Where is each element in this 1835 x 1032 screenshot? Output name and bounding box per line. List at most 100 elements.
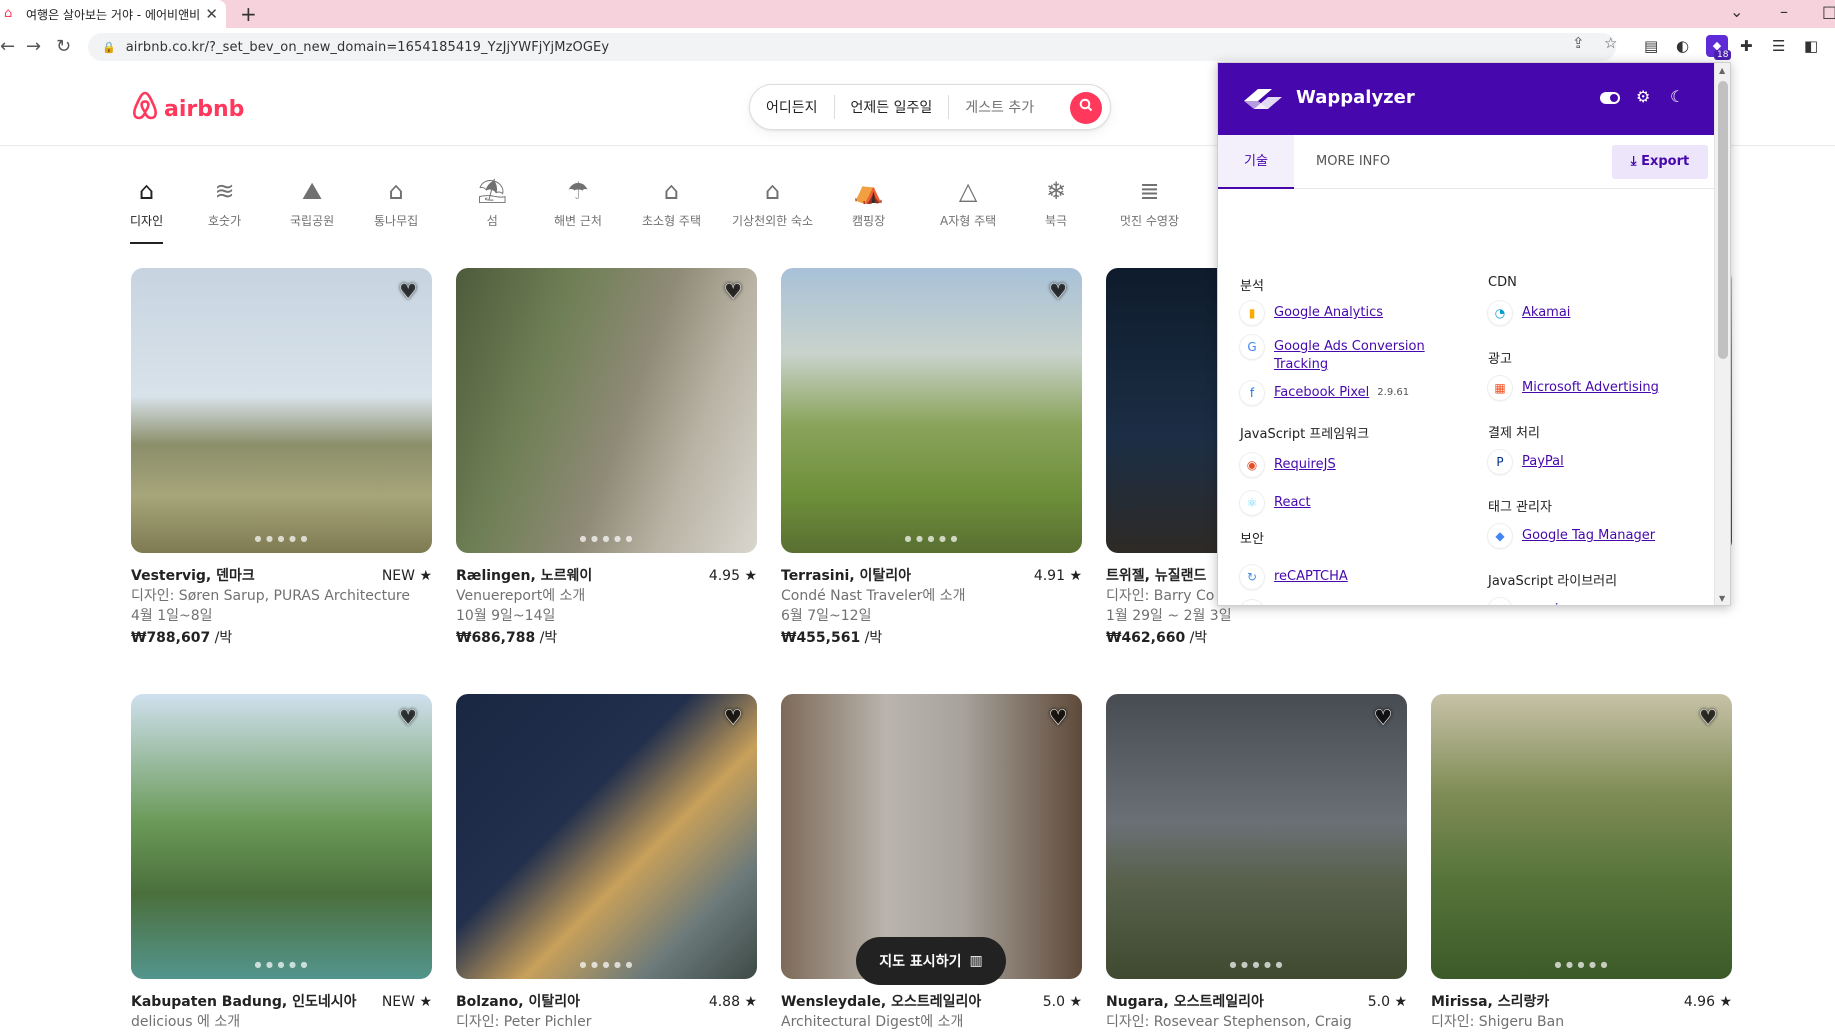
listing-card[interactable]: ♡ ● ● ● ● ● Bolzano, 이탈리아 4.88 ★ 디자인: Peter … — [456, 694, 757, 1032]
listing-card[interactable]: ♡ ● ● ● ● ● Nugara, 오스트레일리아 5.0 ★ 디자인: Rosev… — [1106, 694, 1407, 1032]
url-bar[interactable]: 🔒 airbnb.co.kr/?_set_bev_on_new_domain=1… — [88, 33, 1616, 61]
tech-item[interactable]: ◆ Google Tag Manager — [1488, 524, 1655, 548]
lock-icon[interactable]: 🔒 — [102, 41, 116, 54]
listing-photo[interactable]: ♡ ● ● ● ● ● — [456, 268, 757, 553]
category-lake[interactable]: ≋ 호숫가 — [208, 176, 241, 229]
tech-item[interactable]: ◔ Akamai Bot Manager — [1240, 600, 1410, 605]
photo-carousel-dots[interactable]: ● ● ● ● ● — [781, 534, 1082, 543]
maximize-icon[interactable]: □ — [1822, 2, 1835, 21]
extension-cast-icon[interactable]: ▤ — [1644, 37, 1658, 55]
tech-item[interactable]: f Facebook Pixel 2.9.61 — [1240, 381, 1409, 405]
category-omg[interactable]: ⌂ 기상천외한 숙소 — [732, 176, 813, 229]
side-panel-icon[interactable]: ◧ — [1804, 37, 1818, 55]
tech-name-link[interactable]: Google Analytics — [1274, 301, 1383, 322]
tech-name-link[interactable]: Facebook Pixel — [1274, 381, 1369, 402]
tab-technologies[interactable]: 기술 — [1218, 135, 1294, 189]
photo-carousel-dots[interactable]: ● ● ● ● ● — [1431, 960, 1732, 969]
photo-carousel-dots[interactable]: ● ● ● ● ● — [456, 534, 757, 543]
photo-carousel-dots[interactable]: ● ● ● ● ● — [456, 960, 757, 969]
wishlist-heart-icon[interactable]: ♡ — [398, 708, 418, 731]
reading-list-icon[interactable]: ☰ — [1772, 37, 1785, 55]
category-camping[interactable]: ⛺ 캠핑장 — [852, 176, 885, 229]
show-map-button[interactable]: 지도 표시하기 ▥ — [856, 937, 1006, 985]
reload-icon[interactable]: ↻ — [56, 36, 71, 57]
scrollbar-thumb[interactable] — [1718, 81, 1728, 359]
airbnb-logo[interactable]: airbnb — [130, 90, 244, 128]
tech-name-link[interactable]: Google Ads Conversion Tracking — [1274, 335, 1434, 374]
listing-photo[interactable]: ♡ ● ● ● ● ● — [781, 268, 1082, 553]
scroll-up-icon[interactable]: ▲ — [1719, 66, 1725, 75]
listing-card[interactable]: ♡ ● ● ● ● ● Kabupaten Badung, 인도네시아 NEW ★ de… — [131, 694, 432, 1032]
listing-photo[interactable]: ♡ ● ● ● ● ● — [456, 694, 757, 979]
extension-circle-icon[interactable]: ◐ — [1676, 37, 1689, 55]
tech-name-link[interactable]: PayPal — [1522, 450, 1564, 471]
search-where[interactable]: 어디든지 — [750, 97, 834, 117]
tech-name-link[interactable]: core-js — [1522, 598, 1565, 605]
category-arctic[interactable]: ❄ 북극 — [1045, 176, 1067, 229]
tech-item[interactable]: ◉ RequireJS — [1240, 453, 1336, 477]
tech-item[interactable]: P PayPal — [1488, 450, 1564, 474]
tech-name-link[interactable]: React — [1274, 491, 1311, 512]
listing-photo[interactable]: ♡ ● ● ● ● ● — [1431, 694, 1732, 979]
search-button[interactable] — [1070, 92, 1102, 124]
category-pool[interactable]: ≣ 멋진 수영장 — [1120, 176, 1179, 229]
photo-carousel-dots[interactable]: ● ● ● ● ● — [131, 960, 432, 969]
category-island[interactable]: ⛱ 섬 — [477, 176, 507, 229]
settings-gear-icon[interactable]: ⚙ — [1636, 87, 1650, 106]
listing-card[interactable]: ♡ ● ● ● ● ● Rælingen, 노르웨이 4.95 ★ Venuerepor… — [456, 268, 757, 648]
tech-name-link[interactable]: Akamai — [1522, 301, 1570, 322]
extensions-puzzle-icon[interactable]: ✚ — [1740, 37, 1753, 55]
dark-mode-moon-icon[interactable]: ☾ — [1670, 87, 1684, 106]
category-beach[interactable]: ☂ 해변 근처 — [554, 176, 602, 229]
wishlist-heart-icon[interactable]: ♡ — [723, 282, 743, 305]
listing-photo[interactable]: ♡ ● ● ● ● ● — [131, 694, 432, 979]
listing-photo[interactable]: ♡ ● ● ● ● ● — [131, 268, 432, 553]
tab-close-icon[interactable]: ✕ — [205, 5, 218, 23]
tech-item[interactable]: ↻ reCAPTCHA — [1240, 565, 1348, 589]
tech-item[interactable]: ◔ Akamai — [1488, 301, 1570, 325]
category-a-frame[interactable]: △ A자형 주택 — [940, 176, 996, 229]
category-design[interactable]: ⌂ 디자인 — [130, 176, 164, 244]
search-guests[interactable]: 게스트 추가 — [949, 97, 1050, 117]
listing-photo[interactable]: ♡ ● ● ● ● ● — [1106, 694, 1407, 979]
wappalyzer-scrollbar[interactable]: ▲ ▼ — [1714, 63, 1730, 605]
search-bar[interactable]: 어디든지 언제든 일주일 게스트 추가 — [749, 84, 1111, 130]
minimize-icon[interactable]: – — [1780, 2, 1788, 21]
tech-item[interactable]: ✦ core-js 3.0.0 — [1488, 598, 1599, 605]
tech-name-link[interactable]: reCAPTCHA — [1274, 565, 1348, 586]
wishlist-heart-icon[interactable]: ♡ — [723, 708, 743, 731]
wishlist-heart-icon[interactable]: ♡ — [1048, 282, 1068, 305]
scroll-down-icon[interactable]: ▼ — [1719, 594, 1725, 603]
tech-name-link[interactable]: RequireJS — [1274, 453, 1336, 474]
back-icon[interactable]: ← — [0, 36, 15, 57]
photo-carousel-dots[interactable]: ● ● ● ● ● — [1106, 960, 1407, 969]
listing-card[interactable]: ♡ ● ● ● ● ● Mirissa, 스리랑카 4.96 ★ 디자인: Shiger… — [1431, 694, 1732, 1032]
new-tab-icon[interactable]: + — [240, 2, 257, 26]
bookmark-star-icon[interactable]: ☆ — [1604, 34, 1617, 52]
export-button[interactable]: ⤓ Export — [1612, 145, 1708, 179]
tab-more-info[interactable]: MORE INFO — [1316, 135, 1390, 189]
tech-item[interactable]: ▮ Google Analytics — [1240, 301, 1383, 325]
wishlist-heart-icon[interactable]: ♡ — [1373, 708, 1393, 731]
browser-tab[interactable]: ⌂ 여행은 살아보는 거야 - 에어비앤비 ✕ — [0, 0, 226, 28]
tech-item[interactable]: ⚛ React — [1240, 491, 1311, 515]
search-when[interactable]: 언제든 일주일 — [835, 97, 949, 117]
photo-carousel-dots[interactable]: ● ● ● ● ● — [131, 534, 432, 543]
category-tiny-home[interactable]: ⌂ 초소형 주택 — [642, 176, 701, 229]
tech-name-link[interactable]: Microsoft Advertising — [1522, 376, 1659, 397]
tech-item[interactable]: ▦ Microsoft Advertising — [1488, 376, 1659, 400]
listing-card[interactable]: ♡ ● ● ● ● ● Terrasini, 이탈리아 4.91 ★ Condé Nas… — [781, 268, 1082, 648]
wishlist-heart-icon[interactable]: ♡ — [1698, 708, 1718, 731]
tab-search-icon[interactable]: ⌄ — [1730, 2, 1743, 21]
category-national-park[interactable]: ⛰ 국립공원 — [290, 176, 334, 229]
category-cabin[interactable]: ⌂ 통나무집 — [374, 176, 418, 229]
forward-icon[interactable]: → — [26, 36, 41, 57]
tech-name-link[interactable]: Google Tag Manager — [1522, 524, 1655, 545]
wishlist-heart-icon[interactable]: ♡ — [1048, 708, 1068, 731]
tech-name-link[interactable]: Akamai Bot Manager — [1274, 600, 1410, 605]
wappalyzer-enable-toggle[interactable] — [1600, 92, 1620, 104]
tech-item[interactable]: G Google Ads Conversion Tracking — [1240, 335, 1434, 374]
wishlist-heart-icon[interactable]: ♡ — [398, 282, 418, 305]
listing-card[interactable]: ♡ ● ● ● ● ● Vestervig, 덴마크 NEW ★ 디자인: Søren … — [131, 268, 432, 648]
share-icon[interactable]: ⇪ — [1572, 34, 1585, 52]
